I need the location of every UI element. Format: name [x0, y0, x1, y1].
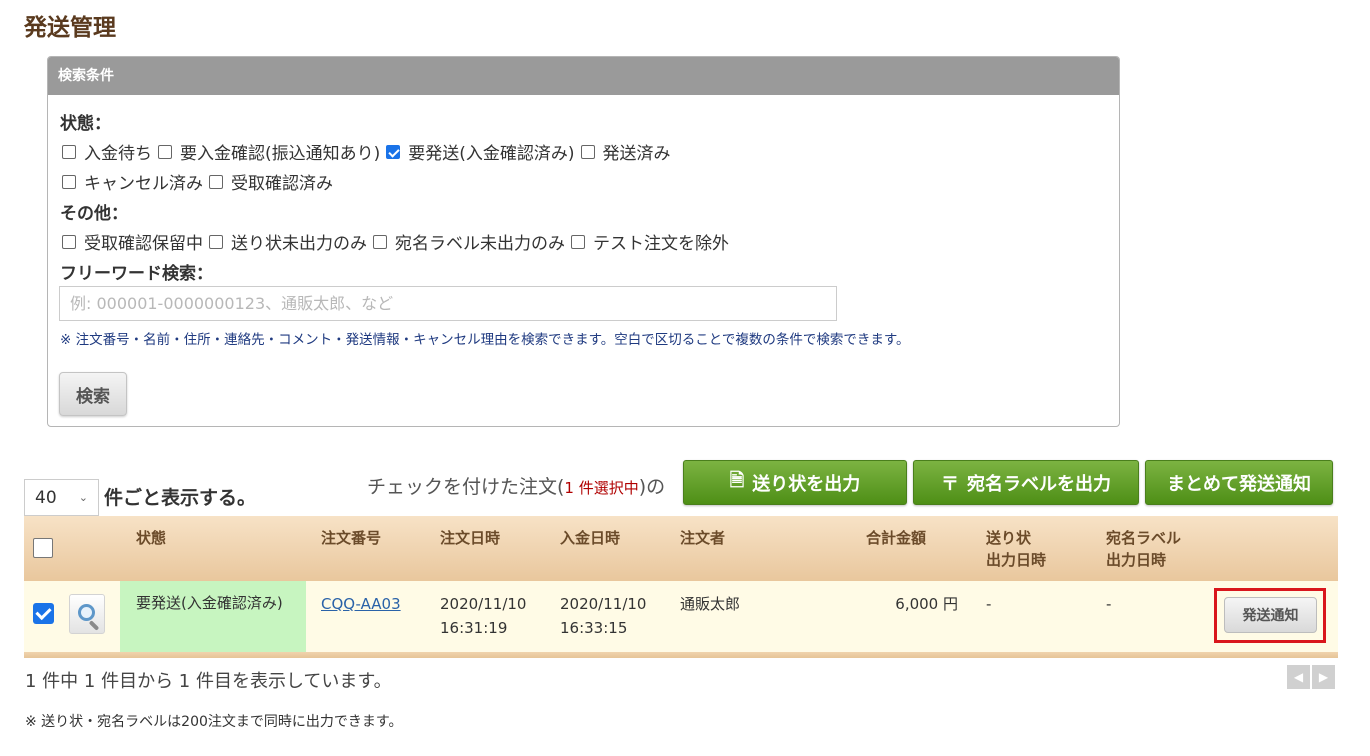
checkbox[interactable] [62, 234, 76, 249]
checked-prefix: チェックを付けた注文( [367, 476, 565, 498]
checkbox[interactable] [373, 234, 387, 249]
freeword-label: フリーワード検索： [60, 264, 213, 284]
checkbox[interactable] [209, 174, 223, 189]
pager-prev-button[interactable]: ◀ [1287, 665, 1310, 689]
magnifier-lens [78, 604, 95, 621]
status-option-label: 入金待ち [84, 144, 152, 164]
header-label-line2: 出力日時 [1106, 551, 1167, 569]
header-status: 状態 [136, 529, 167, 547]
per-page-value: 40 [35, 487, 57, 508]
search-panel-title: 検索条件 [48, 57, 1119, 95]
other-option-label: 送り状未出力のみ [231, 234, 367, 254]
header-label-line1: 宛名ラベル [1106, 529, 1182, 547]
print-address-label-label: 宛名ラベルを出力 [967, 473, 1111, 494]
status-option-label: キャンセル済み [84, 174, 203, 194]
table-bottom-border [24, 652, 1338, 658]
other-option-invoice-unprinted[interactable]: 送り状未出力のみ [209, 229, 367, 254]
footnote: ※ 送り状・宛名ラベルは200注文まで同時に出力できます。 [25, 714, 403, 730]
status-option-cancelled[interactable]: キャンセル済み [62, 169, 203, 194]
select-all-checkbox[interactable] [33, 538, 53, 558]
chevron-down-icon: ⌄ [78, 491, 88, 504]
header-invoice-line1: 送り状 [986, 529, 1032, 547]
other-option-label: 受取確認保留中 [84, 234, 203, 254]
per-page-label: 件ごと表示する。 [104, 487, 257, 509]
other-options-row: 受取確認保留中 送り状未出力のみ 宛名ラベル未出力のみ テスト注文を除外 [62, 229, 735, 254]
next-arrow-icon: ▶ [1318, 670, 1329, 684]
checkbox-checked[interactable] [386, 144, 401, 159]
row-order-time: 16:31:19 [440, 619, 508, 637]
postal-mark-icon: 〒 [941, 473, 959, 494]
order-detail-magnifier-icon[interactable] [69, 594, 105, 634]
row-checkbox-checked[interactable] [33, 603, 54, 624]
row-paid-datetime: 2020/11/10 16:33:15 [560, 592, 646, 640]
row-paid-time: 16:33:15 [560, 619, 628, 637]
other-option-exclude-test[interactable]: テスト注文を除外 [571, 229, 729, 254]
other-group-label: その他： [60, 204, 128, 224]
bulk-shipping-notify-button[interactable]: まとめて発送通知 [1145, 460, 1333, 505]
header-invoice-line2: 出力日時 [986, 551, 1047, 569]
row-paid-date: 2020/11/10 [560, 595, 647, 613]
status-option-label: 要入金確認(振込通知あり) [180, 144, 381, 164]
per-page-select[interactable]: 40 ⌄ [24, 479, 99, 516]
print-invoice-button[interactable]: 🗎 送り状を出力 [683, 460, 907, 505]
status-option-received[interactable]: 受取確認済み [209, 169, 333, 194]
checkbox[interactable] [158, 144, 172, 159]
prev-arrow-icon: ◀ [1293, 670, 1304, 684]
status-options-row-1: 入金待ち 要入金確認(振込通知あり) 要発送(入金確認済み) 発送済み [62, 139, 677, 164]
status-option-shipped[interactable]: 発送済み [580, 139, 671, 164]
magnifier-handle [88, 620, 100, 631]
search-panel: 検索条件 状態： 入金待ち 要入金確認(振込通知あり) 要発送(入金確認済み) … [47, 56, 1120, 427]
row-order-datetime: 2020/11/10 16:31:19 [440, 592, 526, 640]
result-summary: 1 件中 1 件目から 1 件目を表示しています。 [25, 671, 392, 692]
status-option-label: 要発送(入金確認済み) [408, 144, 575, 164]
order-number-link[interactable]: CQQ-AA03 [321, 595, 401, 613]
header-customer: 注文者 [680, 529, 726, 547]
header-label-printed: 宛名ラベル 出力日時 [1106, 527, 1181, 571]
page-title: 発送管理 [24, 15, 116, 41]
checkbox[interactable] [62, 144, 76, 159]
status-option-awaiting-payment[interactable]: 入金待ち [62, 139, 152, 164]
header-order-date: 注文日時 [440, 529, 501, 547]
row-label-printed: - [1106, 595, 1112, 613]
row-customer: 通販太郎 [680, 595, 741, 613]
row-order-date: 2020/11/10 [440, 595, 527, 613]
other-option-label-unprinted[interactable]: 宛名ラベル未出力のみ [373, 229, 565, 254]
document-icon: 🗎 [729, 469, 745, 490]
highlight-box: 発送通知 [1214, 588, 1326, 643]
checked-suffix: )の [638, 476, 666, 498]
row-status: 要発送(入金確認済み) [120, 581, 306, 652]
shipping-notify-button[interactable]: 発送通知 [1224, 597, 1317, 633]
status-option-label: 受取確認済み [231, 174, 333, 194]
orders-table-header: 状態 注文番号 注文日時 入金日時 注文者 合計金額 送り状 出力日時 宛名ラベ… [24, 516, 1338, 581]
checkbox[interactable] [62, 174, 76, 189]
row-order-no: CQQ-AA03 [321, 592, 401, 616]
header-paid-date: 入金日時 [560, 529, 621, 547]
row-invoice-printed: - [986, 595, 992, 613]
header-invoice-printed: 送り状 出力日時 [986, 527, 1046, 571]
row-total: 6,000 円 [895, 595, 958, 613]
freeword-search-input[interactable] [59, 286, 837, 321]
header-total: 合計金額 [866, 529, 927, 547]
checked-orders-label: チェックを付けた注文(1 件選択中)の [367, 472, 665, 499]
status-group-label: 状態： [60, 114, 111, 134]
checkbox[interactable] [571, 234, 585, 249]
bulk-shipping-notify-label: まとめて発送通知 [1167, 473, 1311, 494]
table-row: 要発送(入金確認済み) CQQ-AA03 2020/11/10 16:31:19… [24, 581, 1338, 652]
print-invoice-label: 送り状を出力 [752, 473, 861, 494]
search-button[interactable]: 検索 [59, 372, 127, 416]
status-options-row-2: キャンセル済み 受取確認済み [62, 169, 339, 194]
search-hint: ※ 注文番号・名前・住所・連絡先・コメント・発送情報・キャンセル理由を検索できま… [60, 332, 910, 348]
status-option-to-ship[interactable]: 要発送(入金確認済み) [386, 139, 575, 164]
selected-count: 1 件選択中 [564, 479, 639, 497]
other-option-label: テスト注文を除外 [593, 234, 729, 254]
checkbox[interactable] [209, 234, 223, 249]
status-option-payment-check[interactable]: 要入金確認(振込通知あり) [158, 139, 380, 164]
other-option-label: 宛名ラベル未出力のみ [395, 234, 565, 254]
pager-next-button[interactable]: ▶ [1312, 665, 1335, 689]
header-order-no: 注文番号 [321, 529, 382, 547]
status-option-label: 発送済み [602, 144, 671, 164]
print-address-label-button[interactable]: 〒 宛名ラベルを出力 [913, 460, 1139, 505]
checkbox[interactable] [580, 144, 595, 159]
other-option-receipt-pending[interactable]: 受取確認保留中 [62, 229, 203, 254]
